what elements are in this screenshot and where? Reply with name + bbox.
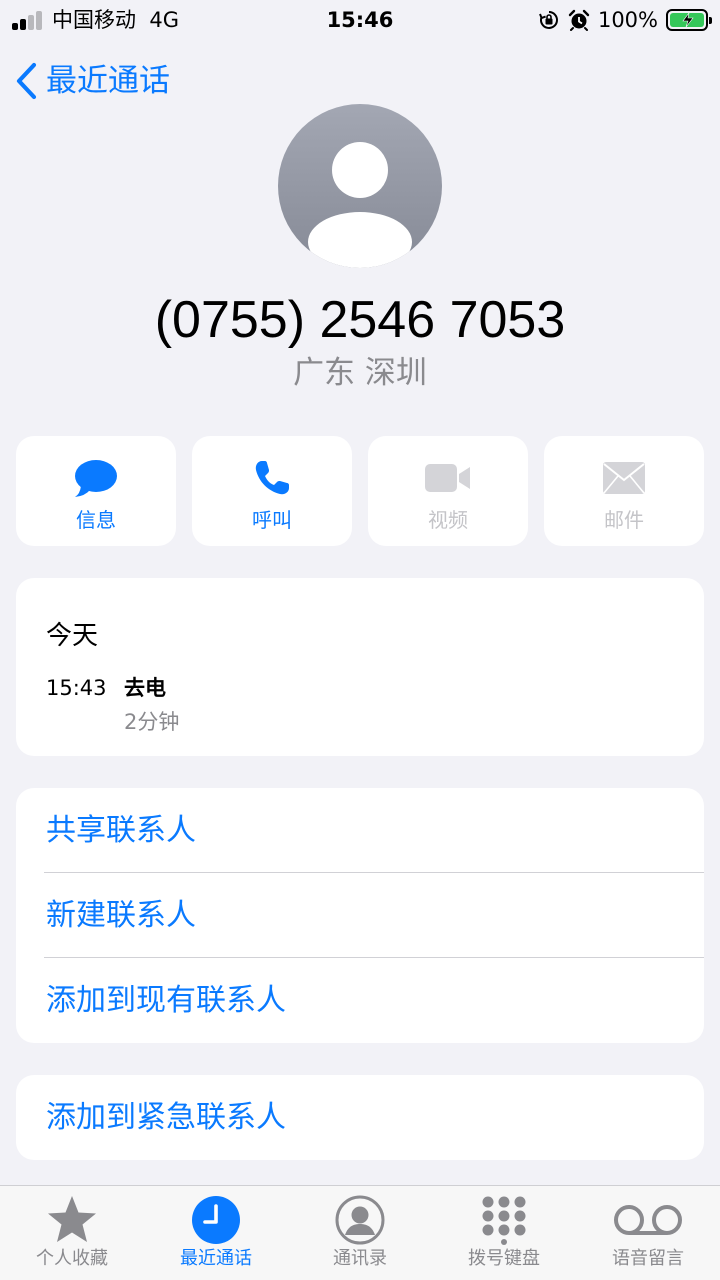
tab-bar: 个人收藏 最近通话 通讯录 拨号键盘 语音留言 — [0, 1185, 720, 1280]
tab-favorites-label: 个人收藏 — [36, 1248, 108, 1269]
message-bubble-icon — [75, 460, 117, 497]
new-contact-button[interactable]: 新建联系人 — [16, 873, 704, 958]
phone-icon — [255, 461, 289, 495]
tab-keypad[interactable]: 拨号键盘 — [432, 1194, 576, 1276]
contact-options-card: 共享联系人 新建联系人 添加到现有联系人 — [16, 788, 704, 1043]
keypad-icon — [482, 1196, 526, 1245]
video-camera-icon — [425, 464, 470, 492]
tab-voicemail-label: 语音留言 — [612, 1248, 684, 1269]
call-type: 去电 — [124, 676, 166, 700]
call-label: 呼叫 — [252, 508, 292, 532]
call-duration: 2分钟 — [124, 710, 180, 734]
history-date: 今天 — [46, 621, 99, 651]
person-circle-icon — [335, 1195, 385, 1245]
add-to-emergency-contact-button[interactable]: 添加到紧急联系人 — [16, 1075, 704, 1160]
alarm-clock-icon — [568, 9, 590, 31]
battery-icon — [666, 9, 712, 31]
voicemail-icon — [614, 1205, 682, 1235]
tab-recents-label: 最近通话 — [180, 1248, 252, 1269]
message-button[interactable]: 信息 — [16, 436, 176, 546]
emergency-contact-card: 添加到紧急联系人 — [16, 1075, 704, 1160]
person-silhouette-icon — [308, 142, 412, 268]
add-to-existing-contact-button[interactable]: 添加到现有联系人 — [16, 958, 704, 1043]
phone-number: (0755) 2546 7053 — [154, 291, 566, 349]
tab-voicemail[interactable]: 语音留言 — [576, 1194, 720, 1276]
mail-button[interactable]: 邮件 — [544, 436, 704, 546]
back-button[interactable]: 最近通话 — [14, 58, 170, 104]
avatar — [278, 104, 442, 268]
back-label: 最近通话 — [46, 63, 170, 99]
star-icon — [48, 1196, 96, 1242]
orientation-lock-icon — [539, 11, 558, 29]
tab-favorites[interactable]: 个人收藏 — [0, 1194, 144, 1276]
location-label: 广东 深圳 — [293, 355, 427, 391]
mail-envelope-icon — [603, 462, 645, 494]
tab-contacts-label: 通讯录 — [333, 1248, 387, 1269]
call-button[interactable]: 呼叫 — [192, 436, 352, 546]
tab-recents[interactable]: 最近通话 — [144, 1194, 288, 1276]
status-bar: 中国移动 4G 15:46 100% — [0, 0, 720, 40]
call-time: 15:43 — [46, 676, 107, 700]
clock-icon — [192, 1196, 240, 1244]
tab-contacts[interactable]: 通讯录 — [288, 1194, 432, 1276]
status-right-group: 100% — [538, 6, 712, 34]
battery-percent: 100% — [597, 8, 658, 32]
tab-keypad-label: 拨号键盘 — [468, 1248, 540, 1269]
mail-label: 邮件 — [604, 508, 644, 532]
share-contact-button[interactable]: 共享联系人 — [16, 788, 704, 873]
chevron-left-icon — [16, 62, 37, 100]
video-label: 视频 — [428, 508, 468, 532]
call-history-card: 今天 15:43 去电 2分钟 — [16, 578, 704, 756]
video-button[interactable]: 视频 — [368, 436, 528, 546]
message-label: 信息 — [76, 508, 116, 532]
